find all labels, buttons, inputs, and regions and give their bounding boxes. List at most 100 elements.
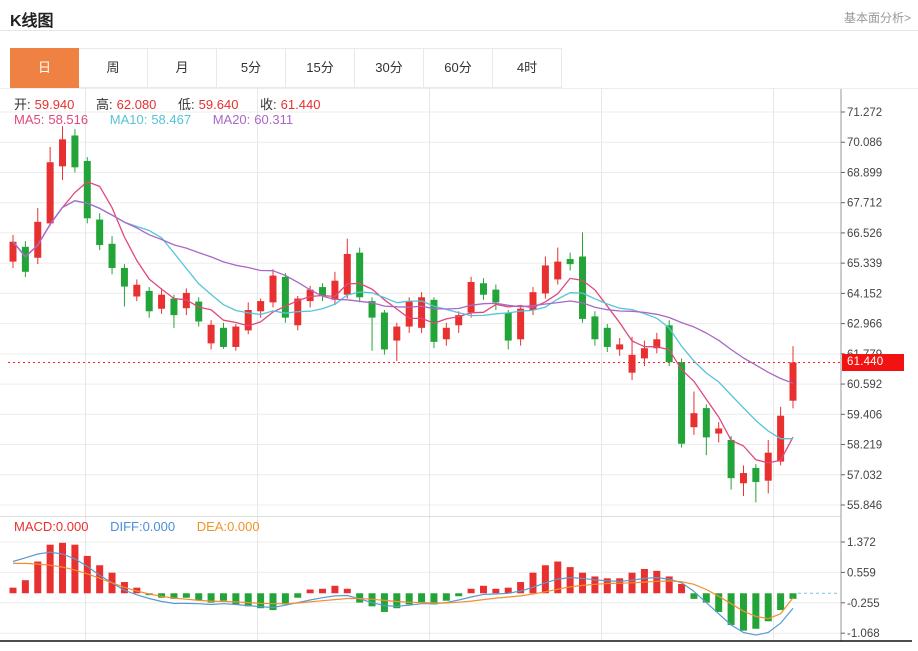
candle-body <box>158 295 165 309</box>
axis-tick-label: -1.068 <box>847 628 880 640</box>
diff-value: 0.000 <box>143 519 176 534</box>
dea-line <box>13 563 793 618</box>
candle-body <box>740 473 747 483</box>
diff-line <box>13 552 793 635</box>
macd-bar <box>752 593 759 628</box>
axis-tick-label: 66.526 <box>847 228 882 240</box>
macd-bar <box>22 580 29 593</box>
candle-body <box>195 302 202 322</box>
axis-tick-label: 62.966 <box>847 319 882 331</box>
macd-bar <box>307 590 314 594</box>
ma20-line <box>13 201 793 384</box>
ma-legend: MA5:58.516 MA10:58.467 MA20:60.311 <box>14 112 297 127</box>
diff-label: DIFF: <box>110 519 143 534</box>
macd-bar <box>678 584 685 593</box>
macd-bar <box>319 589 326 593</box>
candle-body <box>492 290 499 303</box>
axis-tick-label: 57.032 <box>847 470 882 482</box>
candle-body <box>542 265 549 293</box>
ma10-label: MA10: <box>110 112 148 127</box>
open-label: 开: <box>14 97 31 112</box>
dea-value: 0.000 <box>227 519 260 534</box>
ohlc-legend: 开:59.940 高:62.080 低:59.640 收:61.440 <box>14 94 324 113</box>
macd-bar <box>443 593 450 600</box>
macd-bar <box>220 593 227 600</box>
macd-bar <box>728 593 735 625</box>
axis-tick-label: 65.339 <box>847 258 882 270</box>
macd-label: MACD: <box>14 519 56 534</box>
ma20-value: 60.311 <box>254 112 293 127</box>
candle-body <box>678 362 685 444</box>
last-price-badge: 61.440 <box>842 354 904 371</box>
candle-body <box>381 313 388 350</box>
candle-body <box>59 139 66 166</box>
close-label: 收: <box>260 97 277 112</box>
dea-label: DEA: <box>197 519 227 534</box>
macd-bar <box>492 589 499 593</box>
macd-bar <box>183 593 190 597</box>
macd-bar <box>529 573 536 594</box>
candle-body <box>22 247 29 272</box>
candle-body <box>480 283 487 294</box>
open-value: 59.940 <box>35 97 75 112</box>
candle-body <box>517 309 524 340</box>
candle-body <box>220 328 227 347</box>
axis-tick-label: 70.086 <box>847 137 882 149</box>
candle-body <box>468 282 475 313</box>
candle-body <box>282 277 289 318</box>
candle-body <box>109 244 116 268</box>
candle-body <box>257 301 264 311</box>
axis-tick-label: 59.406 <box>847 409 882 421</box>
macd-bar <box>641 569 648 593</box>
candle-body <box>765 453 772 481</box>
candle-body <box>121 268 128 287</box>
candle-body <box>269 276 276 303</box>
macd-bar <box>282 593 289 604</box>
candle-body <box>393 327 400 341</box>
axis-tick-label: 64.152 <box>847 288 882 300</box>
candle-body <box>554 262 561 280</box>
candle-body <box>232 327 239 347</box>
ma5-label: MA5: <box>14 112 44 127</box>
macd-bar <box>468 589 475 593</box>
candle-body <box>356 253 363 298</box>
axis-tick-label: 0.559 <box>847 567 876 579</box>
close-value: 61.440 <box>281 97 321 112</box>
macd-bar <box>455 593 462 596</box>
axis-tick-label: 58.219 <box>847 440 882 452</box>
high-value: 62.080 <box>117 97 157 112</box>
candle-body <box>71 135 78 167</box>
axis-tick-label: 67.712 <box>847 198 882 210</box>
candle-body <box>579 257 586 319</box>
macd-bar <box>480 586 487 593</box>
candle-body <box>505 313 512 341</box>
macd-bar <box>381 593 388 612</box>
candle-body <box>604 328 611 347</box>
axis-tick-label: 71.272 <box>847 107 882 119</box>
candle-body <box>84 161 91 218</box>
candle-body <box>567 259 574 264</box>
candle-body <box>690 413 697 427</box>
macd-bar <box>344 589 351 593</box>
candle-body <box>96 220 103 245</box>
axis-tick-label: 68.899 <box>847 167 882 179</box>
axis-tick-label: 60.592 <box>847 379 882 391</box>
candle-body <box>703 408 710 437</box>
candle-body <box>170 299 177 316</box>
macd-bar <box>245 593 252 606</box>
candle-body <box>443 328 450 339</box>
macd-bar <box>34 562 41 594</box>
candle-body <box>344 254 351 295</box>
high-label: 高: <box>96 97 113 112</box>
axis-tick-label: 55.846 <box>847 500 882 512</box>
low-label: 低: <box>178 97 195 112</box>
candle-body <box>591 316 598 339</box>
candle-body <box>629 355 636 373</box>
candle-body <box>146 291 153 311</box>
kline-page: K线图 基本面分析> 日周月5分15分30分60分4时 71.27270.086… <box>0 0 918 651</box>
ma10-value: 58.467 <box>151 112 191 127</box>
macd-legend: MACD:0.000 DIFF:0.000 DEA:0.000 <box>14 519 264 534</box>
candle-body <box>133 285 140 297</box>
macd-value: 0.000 <box>56 519 89 534</box>
candle-body <box>208 325 215 344</box>
